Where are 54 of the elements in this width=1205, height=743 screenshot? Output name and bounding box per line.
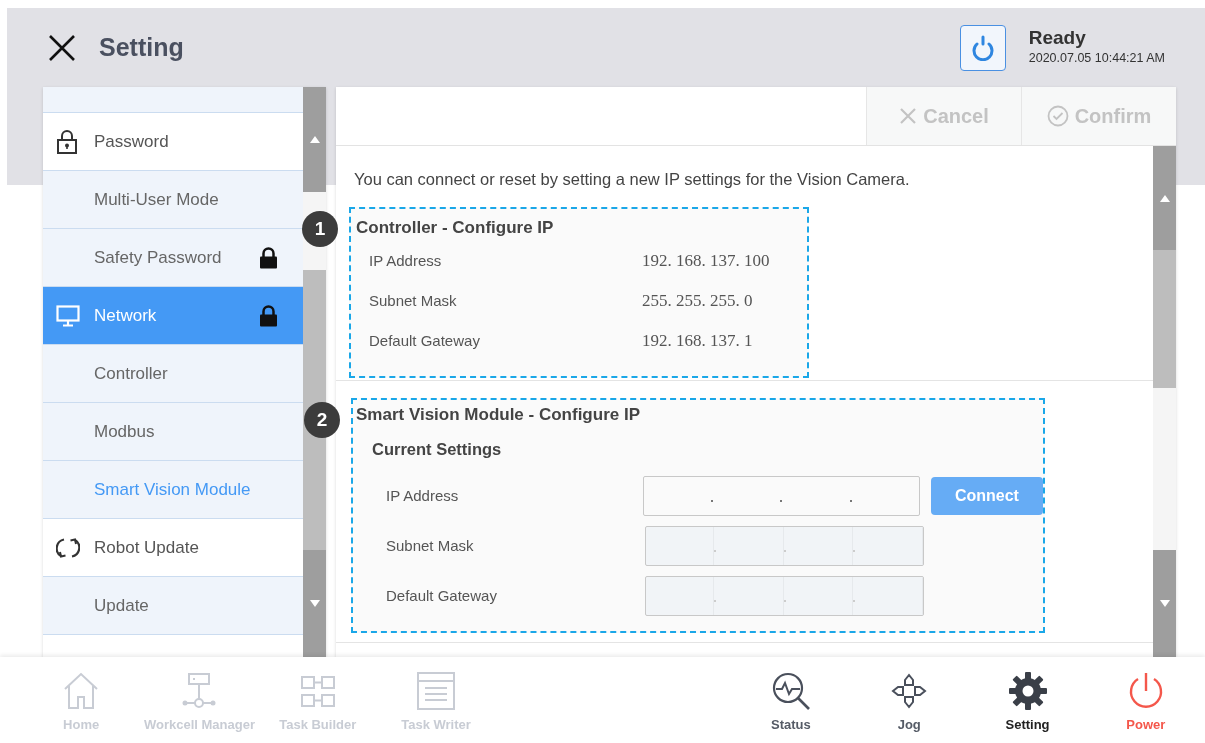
sidebar-item[interactable] [43,87,303,113]
field-label: IP Address [386,485,460,506]
refresh-icon [970,34,995,61]
settings-icon [1007,671,1048,711]
field-label: Default Gateway [386,585,498,606]
scroll-down-icon [1159,600,1170,607]
step-number-badge: 2 [304,402,340,438]
field-label: IP Address [369,250,443,271]
check-circle-icon [1046,105,1069,127]
sidebar-item[interactable]: Controller [43,345,303,403]
scroll-up-icon [1159,194,1170,202]
nav-tab[interactable]: Power [1086,657,1205,743]
sidebar-item[interactable]: Robot Update [43,519,303,577]
nav-tab[interactable]: Jog [850,657,969,743]
sidebar-item[interactable]: Safety Password [43,229,303,287]
pulse-magnifier-icon [770,671,811,711]
scroll-down-button[interactable] [303,550,326,657]
document-window-icon [416,671,457,711]
sidebar-item[interactable]: Network [43,287,303,345]
scroll-down-button[interactable] [1153,550,1176,657]
sidebar-item[interactable]: Update [43,577,303,635]
sidebar-item[interactable]: Smart Vision Module [43,461,303,519]
scroll-up-button[interactable] [303,87,326,192]
field-value: 192. 168. 137. 1 [642,330,753,353]
subsection-title: Current Settings [371,439,503,461]
field-value: 255. 255. 255. 0 [642,290,753,313]
section-title: Controller - Configure IP [356,217,555,239]
field-label: Default Gateway [369,330,481,351]
monitor-icon [56,304,80,327]
description-text: You can connect or reset by setting a new IP settings for the Vision Camera. [353,169,911,190]
field-value: 192. 168. 137. 100 [642,250,770,273]
scroll-up-icon [309,136,320,143]
close-icon [899,107,918,125]
sync-icon [56,535,80,560]
scroll-up-button[interactable] [1153,146,1176,250]
padlock-icon [56,129,78,154]
sidebar-item[interactable]: Multi-User Mode [43,171,303,229]
ip-address-field[interactable] [642,476,920,516]
nav-tab[interactable]: Status [731,657,851,743]
page-title: Setting [99,31,184,63]
status-text: Ready [1028,27,1087,49]
sidebar-item[interactable]: Password [43,113,303,171]
field-label: Subnet Mask [386,535,475,556]
close-icon[interactable] [47,32,77,63]
nav-tab[interactable]: Setting [968,657,1087,743]
timestamp: 2020.07.05 10:44:21 AM [1028,49,1165,67]
scroll-down-icon [309,600,320,607]
scrollbar-thumb[interactable] [1153,250,1176,388]
step-number-badge: 1 [302,211,338,247]
section-title: Smart Vision Module - Configure IP [356,404,641,426]
field-label: Subnet Mask [369,290,458,311]
sidebar-item[interactable]: Modbus [43,403,303,461]
refresh-button[interactable] [959,24,1006,71]
scrollbar-thumb[interactable] [303,270,326,550]
